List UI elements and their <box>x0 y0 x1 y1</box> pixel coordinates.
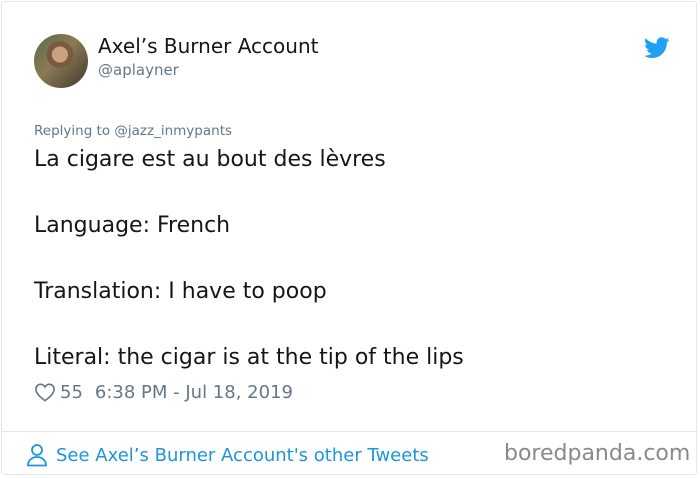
tweet-meta: 55 6:38 PM - Jul 18, 2019 <box>34 379 293 405</box>
divider <box>2 431 698 432</box>
person-icon <box>27 444 47 467</box>
timestamp[interactable]: 6:38 PM - Jul 18, 2019 <box>95 382 293 403</box>
tweet-text-line: La cigare est au bout des lèvres <box>34 147 386 172</box>
author-name[interactable]: Axel’s Burner Account <box>98 34 318 58</box>
author-handle[interactable]: @aplayner <box>98 61 179 79</box>
heart-icon[interactable] <box>34 382 56 402</box>
tweet-card: Axel’s Burner Account @aplayner Replying… <box>1 1 698 475</box>
tweet-text-line: Translation: I have to poop <box>34 279 327 304</box>
tweet-text-line: Literal: the cigar is at the tip of the … <box>34 345 464 370</box>
twitter-bird-icon[interactable] <box>644 37 670 59</box>
tweet-text-line: Language: French <box>34 213 231 238</box>
replying-prefix: Replying to <box>34 123 115 139</box>
replying-to-handle[interactable]: @jazz_inmypants <box>114 123 232 139</box>
watermark: boredpanda.com <box>504 441 691 466</box>
like-count[interactable]: 55 <box>60 382 83 403</box>
see-other-tweets-label[interactable]: See Axel’s Burner Account's other Tweets <box>56 445 429 466</box>
see-other-tweets-link[interactable]: See Axel’s Burner Account's other Tweets <box>26 442 429 468</box>
avatar[interactable] <box>34 34 88 88</box>
replying-to: Replying to @jazz_inmypants <box>34 123 232 139</box>
